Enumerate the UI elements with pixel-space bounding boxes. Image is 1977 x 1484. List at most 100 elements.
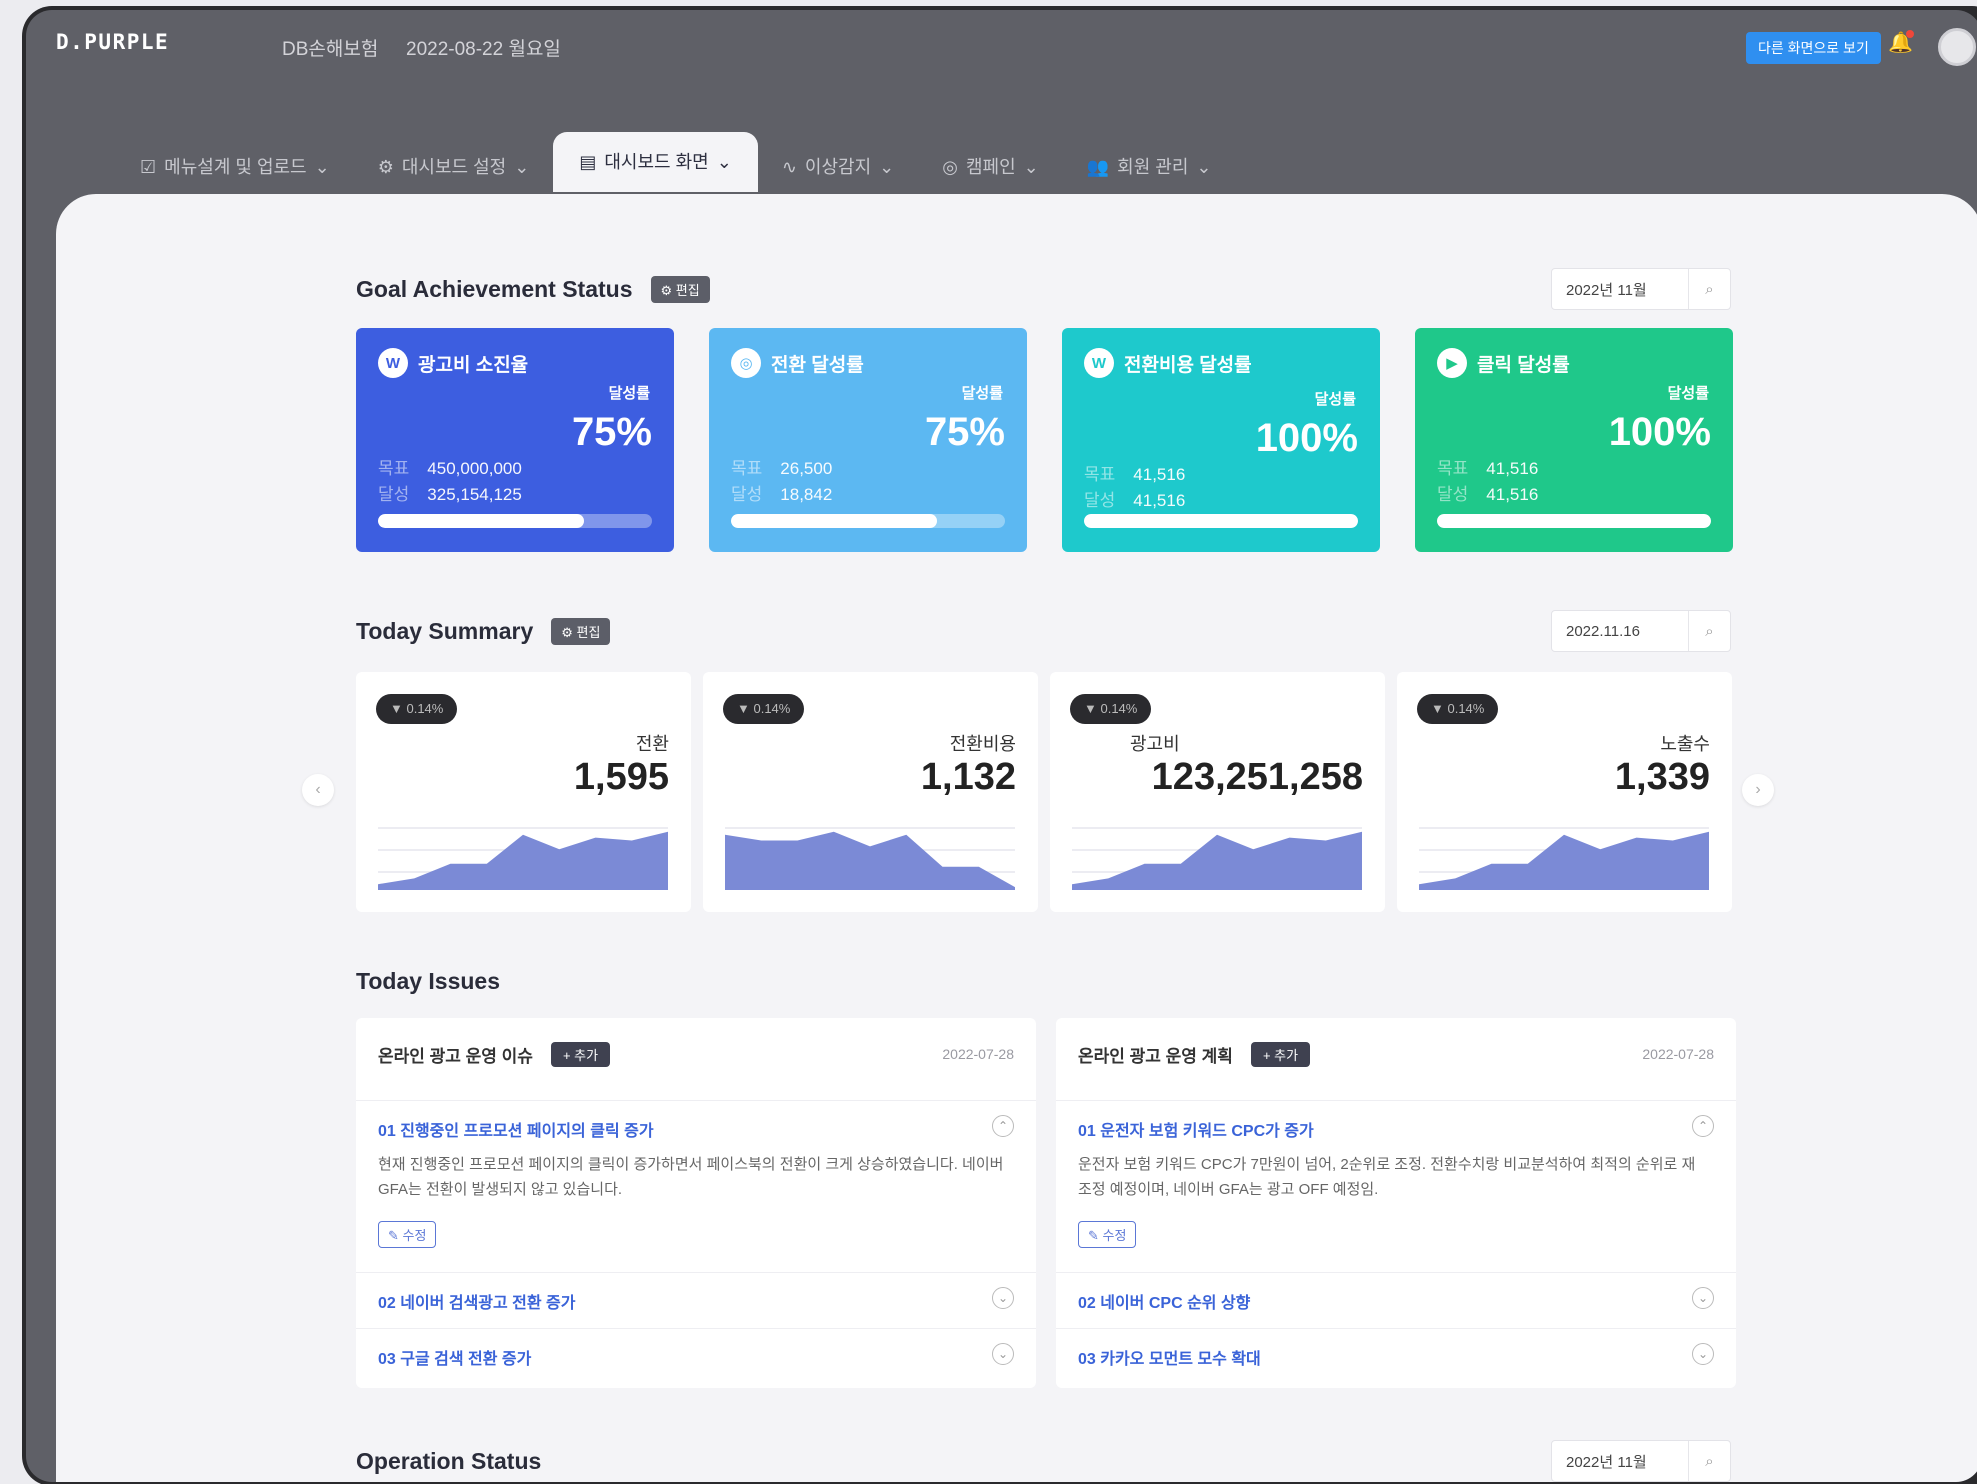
issue-item[interactable]: 02 네이버 검색광고 전환 증가 ⌄: [356, 1272, 1036, 1328]
metric-label: 전환비용: [949, 734, 1016, 754]
operation-section-title: Operation Status: [356, 1448, 541, 1475]
goal-card-title: 전환비용 달성률: [1124, 354, 1252, 376]
chevron-down-icon: ⌄: [1023, 157, 1039, 177]
search-icon[interactable]: ⌕: [1688, 269, 1730, 309]
issue-item[interactable]: 02 네이버 CPC 순위 상향 ⌄: [1056, 1272, 1736, 1328]
tab-label: 대시보드 화면: [604, 152, 709, 172]
tab-campaign[interactable]: ◎ 캠페인 ⌄: [918, 142, 1063, 192]
metric-value: 1,339: [1614, 756, 1710, 798]
progress-bar: [1437, 514, 1711, 528]
target-value: 41,516: [1486, 459, 1539, 478]
issue-title[interactable]: 02 네이버 검색광고 전환 증가: [378, 1289, 576, 1313]
rate-value: 100%: [1255, 416, 1358, 460]
target-row: 목표 41,516: [1437, 454, 1538, 479]
tab-label: 캠페인: [965, 157, 1016, 177]
view-other-screen-button[interactable]: 다른 화면으로 보기: [1746, 32, 1881, 64]
company-name: DB손해보험: [282, 39, 379, 60]
chevron-up-icon[interactable]: ⌃: [992, 1115, 1014, 1137]
edit-plan-button[interactable]: ✎ 수정: [1078, 1221, 1137, 1248]
operation-date-picker[interactable]: 2022년 11월 ⌕: [1551, 1440, 1731, 1482]
brand-w-icon: W: [1084, 348, 1114, 378]
sparkline-area: [725, 831, 1015, 890]
chevron-down-icon[interactable]: ⌄: [992, 1287, 1014, 1309]
metric-value: 123,251,258: [1151, 756, 1363, 798]
issue-title[interactable]: 03 구글 검색 전환 증가: [378, 1345, 531, 1369]
issue-item-expanded[interactable]: 01 운전자 보험 키워드 CPC가 증가 ⌃ 운전자 보험 키워드 CPC가 …: [1056, 1100, 1736, 1272]
tab-dashboard-settings[interactable]: ⚙ 대시보드 설정 ⌄: [354, 142, 554, 192]
tab-anomaly[interactable]: ∿ 이상감지 ⌄: [758, 142, 918, 192]
section-title-text: Operation Status: [356, 1448, 542, 1474]
issue-item[interactable]: 03 카카오 모먼트 모수 확대 ⌄: [1056, 1328, 1736, 1384]
issue-item-expanded[interactable]: 01 진행중인 프로모션 페이지의 클릭 증가 ⌃ 현재 진행중인 프로모션 페…: [356, 1100, 1036, 1272]
panel-date: 2022-07-28: [1642, 1046, 1714, 1062]
goal-date-picker[interactable]: 2022년 11월 ⌕: [1551, 268, 1731, 310]
chevron-down-icon[interactable]: ⌄: [1692, 1287, 1714, 1309]
issue-title[interactable]: 02 네이버 CPC 순위 상향: [1078, 1289, 1250, 1313]
tab-bar: ☑ 메뉴설계 및 업로드 ⌄ ⚙ 대시보드 설정 ⌄ ▤ 대시보드 화면 ⌄ ∿ 이상감지 ⌄ …: [116, 128, 1236, 192]
target-row: 목표 26,500: [731, 454, 832, 479]
chevron-up-icon[interactable]: ⌃: [1692, 1115, 1714, 1137]
goal-card-conversion-cost: W 전환비용 달성률 달성률 100% 목표 41,516 달성 41,516: [1062, 328, 1380, 552]
issue-title[interactable]: 01 운전자 보험 키워드 CPC가 증가: [1078, 1117, 1314, 1141]
rate-value: 100%: [1608, 410, 1711, 454]
issue-panel-operation-issues: 온라인 광고 운영 이슈 + 추가 2022-07-28 01 진행중인 프로모션…: [356, 1018, 1036, 1388]
achieved-value: 18,842: [780, 485, 833, 504]
goal-edit-button[interactable]: ⚙ 편집: [650, 276, 710, 303]
tab-members[interactable]: 👥 회원 관리 ⌄: [1063, 142, 1236, 192]
panel-heading: 온라인 광고 운영 계획: [1078, 1047, 1233, 1066]
search-icon[interactable]: ⌕: [1688, 1441, 1730, 1481]
add-plan-button[interactable]: + 추가: [1250, 1042, 1311, 1067]
summary-edit-button[interactable]: ⚙ 편집: [551, 618, 611, 645]
tab-menu-upload[interactable]: ☑ 메뉴설계 및 업로드 ⌄: [116, 142, 354, 192]
app-screen: D.PURPLE DB손해보험 2022-08-22 월요일 다른 화면으로 보…: [26, 10, 1977, 1482]
issue-item[interactable]: 03 구글 검색 전환 증가 ⌄: [356, 1328, 1036, 1384]
issue-title[interactable]: 01 진행중인 프로모션 페이지의 클릭 증가: [378, 1117, 654, 1141]
target-label: 목표: [1437, 459, 1469, 478]
issue-title[interactable]: 03 카카오 모먼트 모수 확대: [1078, 1345, 1261, 1369]
metric-label: 광고비: [1130, 734, 1180, 754]
brand-w-icon: W: [378, 348, 408, 378]
notification-dot: [1906, 30, 1914, 38]
edit-icon: ☑: [140, 157, 157, 177]
goal-card-title: 광고비 소진율: [418, 354, 529, 376]
change-badge: ▼ 0.14%: [723, 694, 805, 724]
chevron-down-icon: ⌄: [314, 157, 330, 177]
tab-label: 회원 관리: [1117, 157, 1189, 177]
rate-label: 달성률: [1667, 385, 1709, 402]
avatar[interactable]: [1938, 28, 1976, 66]
progress-fill: [378, 514, 584, 528]
chevron-down-icon[interactable]: ⌄: [1692, 1343, 1714, 1365]
target-label: 목표: [1084, 465, 1116, 484]
progress-fill: [731, 514, 937, 528]
device-frame: D.PURPLE DB손해보험 2022-08-22 월요일 다른 화면으로 보…: [22, 6, 1977, 1484]
summary-card-impressions: ▼ 0.14% 노출수 1,339: [1397, 672, 1732, 912]
tab-label: 대시보드 설정: [401, 157, 507, 177]
section-title-text: Today Issues: [356, 968, 501, 994]
summary-card-conversion: ▼ 0.14% 전환 1,595: [356, 672, 691, 912]
rate-value: 75%: [924, 410, 1005, 454]
carousel-prev-button[interactable]: ‹: [302, 774, 334, 806]
add-issue-button[interactable]: + 추가: [550, 1042, 611, 1067]
logo[interactable]: D.PURPLE: [56, 30, 169, 54]
achieved-row: 달성 41,516: [1437, 480, 1538, 505]
search-icon[interactable]: ⌕: [1688, 611, 1730, 651]
goal-section-title: Goal Achievement Status ⚙ 편집: [356, 276, 710, 303]
target-icon: ◎: [731, 348, 761, 378]
progress-fill: [1084, 514, 1358, 528]
edit-issue-button[interactable]: ✎ 수정: [378, 1221, 437, 1248]
summary-date-picker[interactable]: 2022.11.16 ⌕: [1551, 610, 1731, 652]
chevron-down-icon[interactable]: ⌄: [992, 1343, 1014, 1365]
carousel-next-button[interactable]: ›: [1742, 774, 1774, 806]
chevron-down-icon: ⌄: [879, 157, 895, 177]
users-icon: 👥: [1086, 157, 1110, 177]
target-row: 목표 450,000,000: [378, 454, 522, 479]
tab-dashboard-view[interactable]: ▤ 대시보드 화면 ⌄: [553, 132, 758, 192]
sparkline-area: [378, 831, 668, 890]
change-badge: ▼ 0.14%: [1417, 694, 1499, 724]
date-value: 2022년 11월: [1566, 281, 1647, 299]
cursor-icon: ▶: [1437, 348, 1467, 378]
target-icon: ◎: [942, 157, 958, 177]
metric-value: 1,132: [920, 756, 1016, 798]
bell-icon[interactable]: 🔔: [1888, 30, 1914, 56]
achieved-label: 달성: [378, 485, 410, 504]
